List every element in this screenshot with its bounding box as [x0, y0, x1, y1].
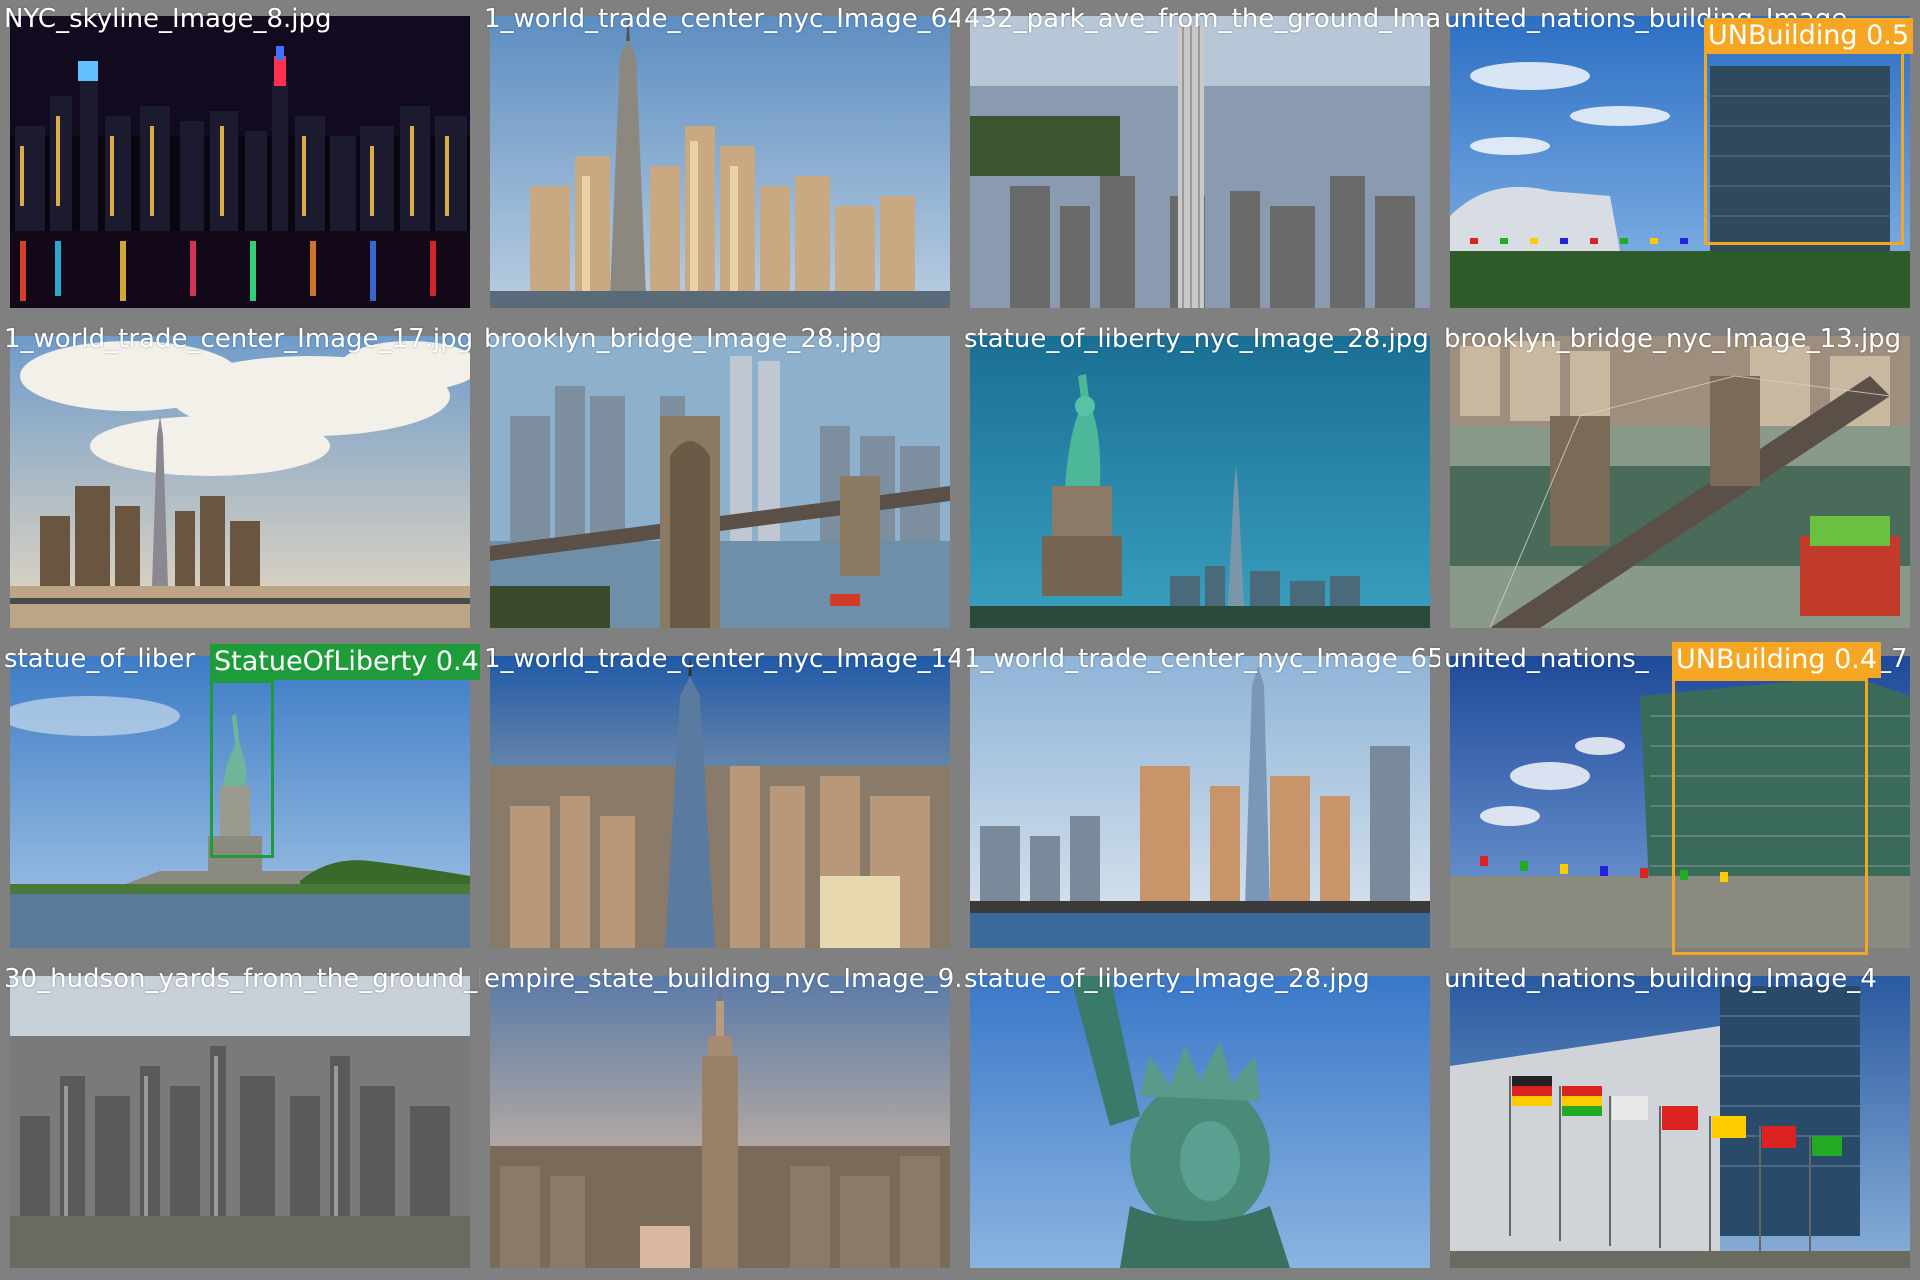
image-tile[interactable]: statue_of_liberty_nyc_Image_28.jpg: [960, 320, 1440, 640]
photo-midtown-aerial: [10, 976, 470, 1268]
photo-liberty-teal: [970, 336, 1430, 628]
image-tile[interactable]: empire_state_building_nyc_Image_9.jpg: [480, 960, 960, 1280]
image-tile[interactable]: 1_world_trade_center_nyc_Image_14.jpg: [480, 640, 960, 960]
detection-label: UNBuilding 0.5: [1704, 18, 1914, 54]
image-tile[interactable]: 30_hudson_yards_from_the_ground_Image: [0, 960, 480, 1280]
image-tile[interactable]: brooklyn_bridge_nyc_Image_13.jpg: [1440, 320, 1920, 640]
photo-cloudy-skyline: [10, 336, 470, 628]
image-tile[interactable]: statue_of_liberty_Image_28.jpg: [960, 960, 1440, 1280]
image-tile[interactable]: 1_world_trade_center_nyc_Image_64.jpg: [480, 0, 960, 320]
photo-bridge-aerial: [1450, 336, 1910, 628]
photo-empire-state: [490, 976, 950, 1268]
detection-label: StatueOfLiberty 0.4: [210, 644, 480, 680]
image-tile[interactable]: united_nations_ _7 UNBuilding 0.4: [1440, 640, 1920, 960]
photo-wtc-waterfront: [970, 656, 1430, 948]
photo-night-skyline: [10, 16, 470, 308]
photo-aerial-tower: [970, 16, 1430, 308]
photo-wtc-harbor: [490, 16, 950, 308]
image-tile[interactable]: 1_world_trade_center_Image_17.jpg: [0, 320, 480, 640]
image-tile[interactable]: 1_world_trade_center_nyc_Image_65.jpg: [960, 640, 1440, 960]
detection-label: UNBuilding 0.4: [1672, 642, 1882, 678]
image-tile[interactable]: 432_park_ave_from_the_ground_Image_15.jp…: [960, 0, 1440, 320]
photo-bridge-twin-towers: [490, 336, 950, 628]
image-tile[interactable]: NYC_skyline_Image_8.jpg: [0, 0, 480, 320]
photo-un-flags: [1450, 976, 1910, 1268]
image-tile[interactable]: united_nations_building_Image_4: [1440, 960, 1920, 1280]
detection-box: [1704, 50, 1904, 245]
image-tile[interactable]: statue_of_liber StatueOfLiberty 0.4: [0, 640, 480, 960]
photo-liberty-closeup: [970, 976, 1430, 1268]
image-tile[interactable]: brooklyn_bridge_Image_28.jpg: [480, 320, 960, 640]
detection-box: [1672, 678, 1868, 955]
detection-box: [210, 680, 274, 858]
mosaic-grid: NYC_skyline_Image_8.jpg 1_world_trade_ce…: [0, 0, 1920, 1280]
image-tile[interactable]: united_nations_building_Image_ UNBuildin…: [1440, 0, 1920, 320]
photo-wtc-aerial: [490, 656, 950, 948]
